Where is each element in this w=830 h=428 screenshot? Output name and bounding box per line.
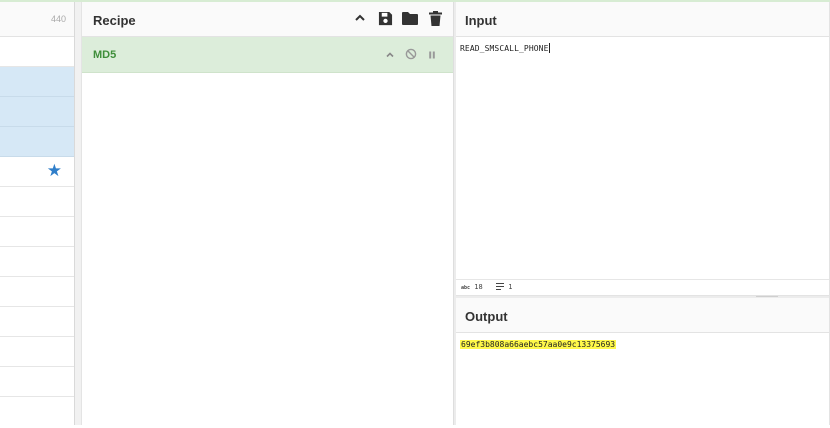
operation-list-item[interactable] xyxy=(0,367,74,397)
operation-list-item[interactable] xyxy=(0,247,74,277)
operation-list-item[interactable]: ★ xyxy=(0,157,74,187)
operation-list-item[interactable] xyxy=(0,97,74,127)
lines-status: 1 xyxy=(496,283,512,291)
input-textarea[interactable]: READ_SMSCALL_PHONE xyxy=(456,37,830,280)
operations-list: ★ xyxy=(0,37,74,425)
operation-list-item[interactable] xyxy=(0,37,74,67)
recipe-toolbar xyxy=(352,10,443,26)
folder-icon[interactable] xyxy=(402,10,418,26)
operation-list-item[interactable] xyxy=(0,337,74,367)
input-status-bar: abc 18 1 xyxy=(456,280,830,296)
operations-count: 440 xyxy=(50,14,66,24)
star-icon[interactable]: ★ xyxy=(47,162,62,179)
chevron-up-icon[interactable] xyxy=(385,47,395,65)
input-title: Input xyxy=(465,13,497,28)
save-icon[interactable] xyxy=(377,10,393,26)
io-panel: Input READ_SMSCALL_PHONE abc 18 1 Output… xyxy=(456,2,830,425)
output-header: Output xyxy=(456,298,830,333)
operation-list-item[interactable] xyxy=(0,397,74,425)
length-label: abc xyxy=(461,285,471,291)
output-area[interactable]: 69ef3b808a66aebc57aa0e9c13375693 xyxy=(456,333,830,428)
pause-icon[interactable] xyxy=(427,47,437,65)
recipe-header: Recipe xyxy=(82,2,453,37)
operation-list-item[interactable] xyxy=(0,277,74,307)
trash-icon[interactable] xyxy=(427,10,443,26)
length-status: abc 18 xyxy=(461,283,483,291)
input-text: READ_SMSCALL_PHONE xyxy=(460,43,550,53)
operation-list-item[interactable] xyxy=(0,187,74,217)
operations-panel: 440 ★ xyxy=(0,2,74,425)
operation-list-item[interactable] xyxy=(0,67,74,97)
recipe-title: Recipe xyxy=(93,13,136,28)
operation-name: MD5 xyxy=(93,49,117,61)
recipe-panel: Recipe MD5 xyxy=(82,2,453,425)
output-text: 69ef3b808a66aebc57aa0e9c13375693 xyxy=(460,340,617,349)
operation-list-item[interactable] xyxy=(0,217,74,247)
panel-divider[interactable] xyxy=(74,2,82,425)
disable-icon[interactable] xyxy=(405,47,417,65)
lines-icon xyxy=(496,283,504,290)
input-header: Input xyxy=(456,2,830,37)
operations-header: 440 xyxy=(0,2,74,37)
operation-list-item[interactable] xyxy=(0,127,74,157)
operation-list-item[interactable] xyxy=(0,307,74,337)
operation-controls xyxy=(385,47,437,65)
output-title: Output xyxy=(465,309,508,324)
recipe-operation-md5[interactable]: MD5 xyxy=(82,37,453,73)
chevron-up-icon[interactable] xyxy=(352,10,368,26)
lines-value: 1 xyxy=(508,283,513,291)
length-value: 18 xyxy=(474,283,483,291)
